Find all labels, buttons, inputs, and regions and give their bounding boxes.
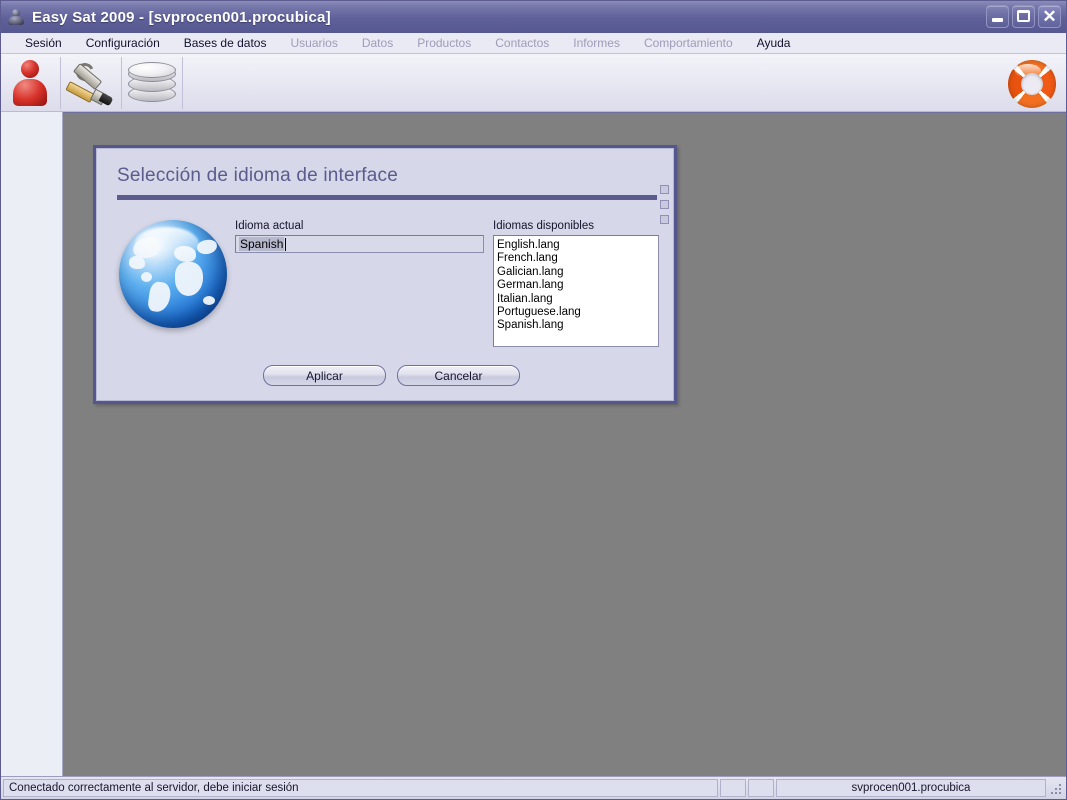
minimize-icon (992, 18, 1003, 22)
menu-item-configuracion[interactable]: Configuración (74, 33, 172, 53)
available-languages-label: Idiomas disponibles (493, 220, 595, 232)
menu-item-datos: Datos (361, 36, 394, 50)
list-item[interactable]: English.lang (497, 239, 658, 252)
mdi-client-area: Selección de idioma de interface Idioma … (63, 112, 1066, 776)
window-controls: ✕ (986, 5, 1061, 28)
toolbar (1, 54, 1066, 112)
apply-button[interactable]: Aplicar (263, 365, 386, 386)
close-icon: ✕ (1042, 7, 1057, 26)
dialog-title-rule (117, 195, 657, 200)
menu-item-ayuda[interactable]: Ayuda (745, 33, 803, 53)
text-caret (285, 237, 287, 251)
cancel-button[interactable]: Cancelar (397, 365, 520, 386)
dialog-button-row: Aplicar Cancelar (111, 347, 659, 386)
dialog-fields: Idioma actual Spanish Idiomas disponible… (235, 218, 659, 347)
dialog-mark (660, 215, 669, 224)
dialog-content: Idioma actual Spanish Idiomas disponible… (111, 218, 659, 347)
current-language-label: Idioma actual (235, 220, 304, 232)
help-button[interactable] (1006, 58, 1058, 110)
user-icon (13, 59, 47, 106)
tools-icon (65, 59, 114, 106)
app-icon (7, 8, 25, 26)
application-window: Easy Sat 2009 - [svprocen001.procubica] … (0, 0, 1067, 800)
dialog-mark (660, 200, 669, 209)
toolbar-button-user[interactable] (1, 55, 59, 111)
current-language-input[interactable]: Spanish (235, 235, 484, 253)
title-bar: Easy Sat 2009 - [svprocen001.procubica] … (1, 1, 1066, 33)
menu-item-contactos: Contactos (495, 36, 550, 50)
maximize-icon (1017, 10, 1030, 22)
status-pane-3 (748, 779, 774, 797)
status-message: Conectado correctamente al servidor, deb… (3, 779, 718, 797)
globe-icon (119, 220, 227, 328)
menu-item-usuarios: Usuarios (290, 36, 338, 50)
status-pane-2 (720, 779, 746, 797)
menu-item-productos: Productos (417, 36, 472, 50)
dialog-side-marks (660, 185, 669, 224)
menu-item-comportamiento: Comportamiento (643, 36, 733, 50)
toolbar-group (1, 54, 184, 111)
minimize-button[interactable] (986, 5, 1009, 28)
application-body: Selección de idioma de interface Idioma … (1, 112, 1066, 776)
dialog-mark (660, 185, 669, 194)
toolbar-separator (60, 56, 61, 109)
window-title: Easy Sat 2009 - [svprocen001.procubica] (32, 8, 331, 26)
toolbar-button-tools[interactable] (62, 55, 120, 111)
close-button[interactable]: ✕ (1038, 5, 1061, 28)
dialog-panel: Selección de idioma de interface Idioma … (96, 148, 674, 401)
list-item[interactable]: Spanish.lang (497, 319, 658, 332)
menu-item-sesion[interactable]: Sesión (13, 33, 74, 53)
toolbar-separator (182, 56, 183, 109)
toolbar-separator (121, 56, 122, 109)
left-sidebar (1, 112, 63, 776)
toolbar-button-database[interactable] (123, 55, 181, 111)
list-item[interactable]: Italian.lang (497, 293, 658, 306)
list-item[interactable]: Galician.lang (497, 266, 658, 279)
dialog-title: Selección de idioma de interface (117, 165, 399, 186)
menu-item-bases-de-datos[interactable]: Bases de datos (172, 33, 279, 53)
menu-bar: Sesión Configuración Bases de datos Usua… (1, 33, 1066, 54)
database-icon (128, 61, 176, 104)
current-language-group: Idioma actual Spanish (235, 220, 484, 347)
status-server-name: svprocen001.procubica (776, 779, 1046, 797)
available-languages-group: Idiomas disponibles English.lang French.… (493, 220, 659, 347)
list-item[interactable]: French.lang (497, 252, 658, 265)
maximize-button[interactable] (1012, 5, 1035, 28)
globe-illustration (111, 218, 235, 328)
language-selection-dialog: Selección de idioma de interface Idioma … (93, 145, 677, 404)
menu-item-informes: Informes (573, 36, 620, 50)
available-languages-listbox[interactable]: English.lang French.lang Galician.lang G… (493, 235, 659, 347)
current-language-value: Spanish (239, 237, 285, 251)
status-bar: Conectado correctamente al servidor, deb… (1, 776, 1066, 799)
list-item[interactable]: Portuguese.lang (497, 306, 658, 319)
list-item[interactable]: German.lang (497, 279, 658, 292)
resize-grip[interactable] (1048, 779, 1064, 797)
